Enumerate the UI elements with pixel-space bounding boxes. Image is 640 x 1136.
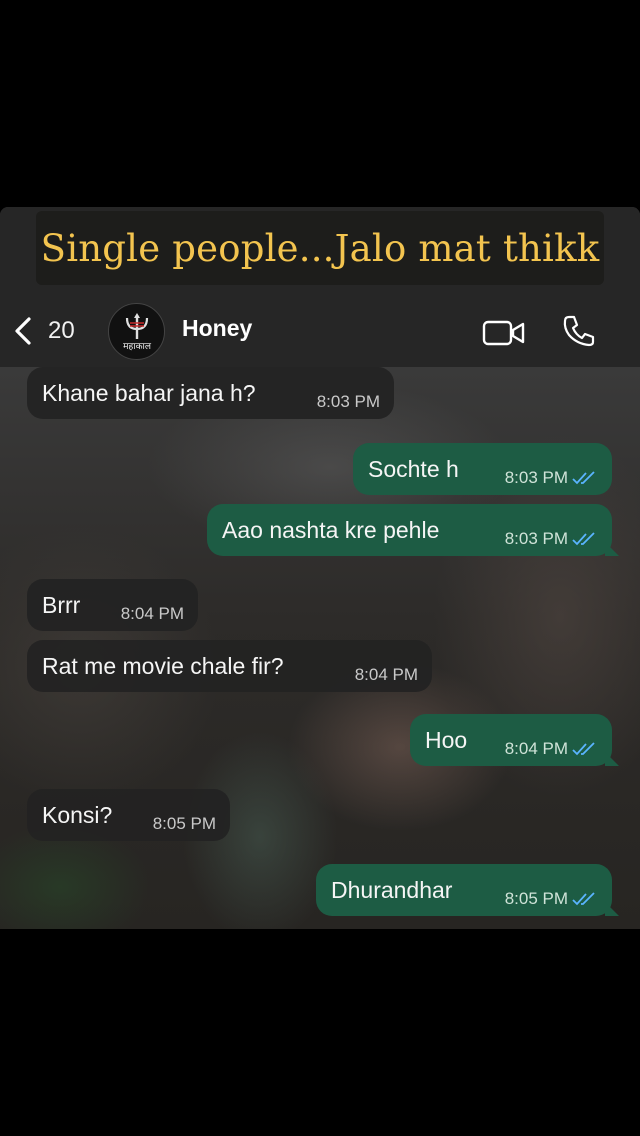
trishul-logo-icon: महाकाल	[123, 312, 152, 352]
message-bubble-outgoing[interactable]: Sochte h 8:03 PM	[353, 443, 612, 495]
message-time: 8:04 PM	[354, 665, 418, 684]
message-text: Sochte h	[368, 455, 459, 482]
video-call-icon[interactable]	[482, 319, 526, 347]
message-bubble-outgoing[interactable]: Aao nashta kre pehle 8:03 PM	[207, 504, 619, 556]
message-time: 8:05 PM	[152, 814, 216, 833]
message-text: Brrr	[42, 591, 81, 618]
message-bubble-incoming[interactable]: Khane bahar jana h? 8:03 PM	[27, 367, 394, 419]
caption-bar: Single people...Jalo mat thikk	[0, 207, 640, 295]
unread-count: 20	[48, 317, 75, 344]
message-text: Hoo	[425, 726, 468, 753]
screenshot-frame: Single people...Jalo mat thikk 20 महाकाल…	[0, 207, 640, 929]
phone-icon[interactable]	[561, 313, 597, 349]
message-text: Dhurandhar	[331, 876, 453, 903]
back-button[interactable]: 20	[12, 309, 75, 353]
message-bubble-incoming[interactable]: Brrr 8:04 PM	[27, 579, 198, 631]
message-bubble-outgoing[interactable]: Hoo 8:04 PM	[410, 714, 619, 766]
message-time: 8:03 PM	[487, 511, 598, 549]
contact-name[interactable]: Honey	[182, 315, 252, 342]
avatar[interactable]: महाकाल	[108, 303, 165, 360]
message-bubble-incoming[interactable]: Rat me movie chale fir? 8:04 PM	[27, 640, 432, 692]
message-time: 8:04 PM	[120, 604, 184, 623]
message-text: Rat me movie chale fir?	[42, 652, 284, 679]
message-time: 8:03 PM	[316, 392, 380, 411]
message-text: Konsi?	[42, 801, 113, 828]
svg-text:महाकाल: महाकाल	[123, 342, 152, 352]
message-bubble-outgoing[interactable]: Dhurandhar 8:05 PM	[316, 864, 619, 916]
chevron-left-icon	[15, 317, 31, 345]
chat-area[interactable]: Khane bahar jana h? 8:03 PM Sochte h 8:0…	[0, 367, 640, 929]
message-time: 8:03 PM	[487, 450, 598, 488]
caption-text: Single people...Jalo mat thikk	[36, 211, 604, 285]
read-ticks-icon	[572, 892, 595, 906]
message-text: Aao nashta kre pehle	[222, 516, 440, 543]
read-ticks-icon	[572, 742, 595, 756]
message-time: 8:05 PM	[487, 871, 598, 909]
message-bubble-incoming[interactable]: Konsi? 8:05 PM	[27, 789, 230, 841]
chat-header: 20 महाकाल Honey	[0, 295, 640, 367]
message-text: Khane bahar jana h?	[42, 379, 256, 406]
read-ticks-icon	[572, 471, 595, 485]
message-time: 8:04 PM	[487, 721, 598, 759]
read-ticks-icon	[572, 532, 595, 546]
